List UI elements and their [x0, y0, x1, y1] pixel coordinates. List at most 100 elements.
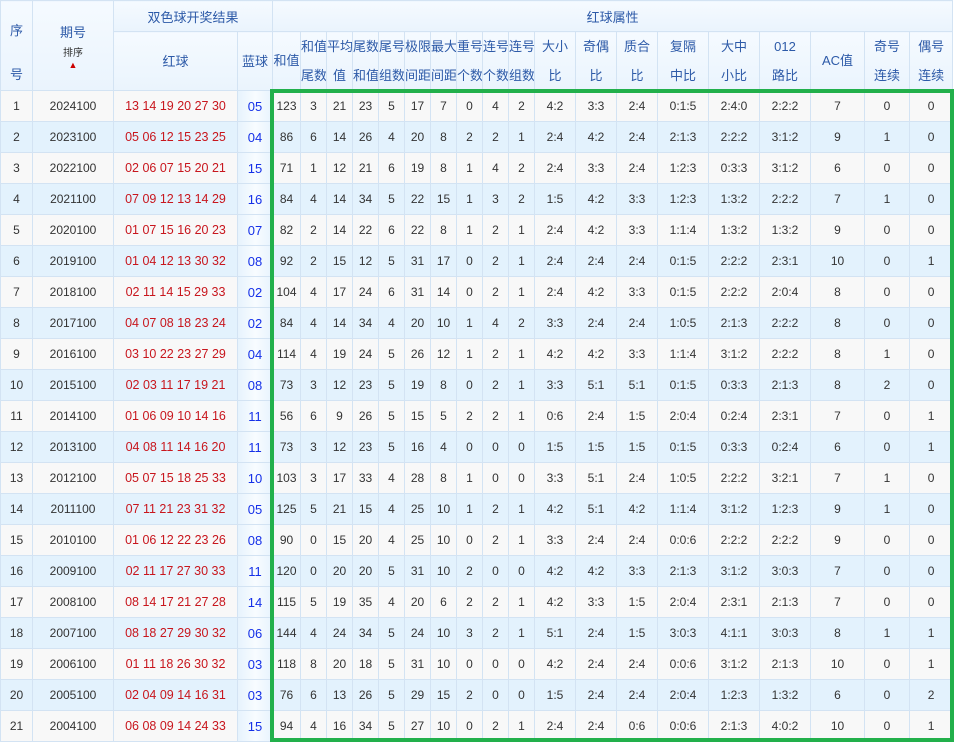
attr-cell: 0 — [300, 524, 328, 556]
attr-cell: 0:0:6 — [657, 524, 710, 556]
header-seq: 序 号 — [0, 0, 33, 91]
attr-cell: 1:2:3 — [657, 183, 710, 215]
attr-cell: 0 — [864, 307, 911, 339]
attr-cell: 125 — [272, 493, 302, 525]
attr-cell: 1 — [456, 183, 484, 215]
attr-cell: 12 — [326, 152, 354, 184]
attr-cell: 24 — [352, 276, 380, 308]
seq-cell: 6 — [0, 245, 33, 277]
header-attr-label: 中比 — [670, 68, 697, 83]
lottery-history-table: 序 号 期号 排序 ▲ 双色球开奖结果 红球属性 红球 蓝球 和值 和值 尾数 平均值… — [0, 0, 954, 742]
table-row: 17 2008100 08 14 17 21 27 28 14 115 5 19 35 4 20 6… — [0, 586, 954, 618]
attr-cell: 2:4 — [616, 152, 659, 184]
attr-cell: 0 — [864, 679, 911, 711]
header-attr-col: 平均值 — [326, 31, 354, 91]
attr-cell: 13 — [326, 679, 354, 711]
attr-cell: 2 — [300, 214, 328, 246]
table-row: 13 2012100 05 07 15 18 25 33 10 103 3 17 33 4 28 8… — [0, 462, 954, 494]
table-row: 1 2024100 13 14 19 20 27 30 05 123 3 21 23 5 17 7 0… — [0, 90, 954, 122]
header-attr-label: 质合 — [624, 39, 651, 54]
attr-cell: 6 — [810, 679, 866, 711]
attr-cell: 2:1:3 — [657, 555, 710, 587]
attr-cell: 0:0:6 — [657, 648, 710, 680]
attr-cell: 15 — [326, 245, 354, 277]
header-attr-label: 组数 — [509, 68, 535, 83]
attr-cell: 8 — [810, 338, 866, 370]
attr-cell: 8 — [810, 307, 866, 339]
blue-ball-cell: 16 — [236, 183, 274, 215]
attr-cell: 0 — [909, 276, 954, 308]
attr-cell: 6 — [378, 214, 406, 246]
table-row: 6 2019100 01 04 12 13 30 32 08 92 2 15 12 5 31 17 0… — [0, 245, 954, 277]
attr-cell: 0 — [456, 710, 484, 742]
attr-cell: 120 — [272, 555, 302, 587]
attr-cell: 5:1 — [534, 617, 577, 649]
attr-cell: 2:4 — [616, 307, 659, 339]
seq-cell: 7 — [0, 276, 33, 308]
attr-cell: 4:2 — [534, 555, 577, 587]
attr-cell: 3:3 — [534, 307, 577, 339]
attr-cell: 0 — [909, 555, 954, 587]
attr-cell: 1:5 — [616, 617, 659, 649]
attr-cell: 20 — [404, 586, 432, 618]
attr-cell: 2:1:3 — [657, 121, 710, 153]
header-attr-label: 尾数 — [301, 68, 327, 83]
table-row: 18 2007100 08 18 27 29 30 32 06 144 4 24 34 5 24 1… — [0, 617, 954, 649]
attr-cell: 4 — [482, 90, 510, 122]
attr-cell: 2 — [482, 214, 510, 246]
attr-cell: 5 — [378, 338, 406, 370]
attr-cell: 26 — [352, 400, 380, 432]
attr-cell: 0 — [864, 152, 911, 184]
attr-cell: 1 — [864, 617, 911, 649]
issue-cell: 2012100 — [32, 462, 114, 494]
header-attr-label: 偶号 — [918, 39, 945, 54]
attr-cell: 0:6 — [534, 400, 577, 432]
red-balls-cell: 01 11 18 26 30 32 — [113, 648, 238, 680]
attr-cell: 0:6 — [616, 710, 659, 742]
seq-cell: 17 — [0, 586, 33, 618]
sort-button[interactable]: 排序 — [34, 47, 113, 61]
attr-cell: 4:2 — [534, 338, 577, 370]
attr-cell: 1 — [508, 245, 536, 277]
attr-cell: 1 — [508, 710, 536, 742]
attr-cell: 10 — [430, 493, 458, 525]
attr-cell: 3 — [300, 431, 328, 463]
attr-cell: 10 — [430, 617, 458, 649]
attr-cell: 8 — [300, 648, 328, 680]
attr-cell: 0:2:4 — [708, 400, 761, 432]
header-attr-col: 大中 小比 — [708, 31, 761, 91]
attr-cell: 2 — [482, 245, 510, 277]
attr-cell: 0 — [864, 586, 911, 618]
blue-ball-cell: 08 — [236, 369, 274, 401]
attr-cell: 1 — [909, 648, 954, 680]
attr-cell: 1:3:2 — [759, 214, 812, 246]
table-row: 10 2015100 02 03 11 17 19 21 08 73 3 12 23 5 19 8 0… — [0, 369, 954, 401]
red-balls-cell: 08 18 27 29 30 32 — [113, 617, 238, 649]
attr-cell: 5 — [378, 648, 406, 680]
attr-cell: 1 — [909, 245, 954, 277]
attr-cell: 2:4 — [534, 710, 577, 742]
attr-cell: 1 — [864, 183, 911, 215]
attr-cell: 3:0:3 — [759, 617, 812, 649]
attr-cell: 8 — [810, 617, 866, 649]
issue-cell: 2017100 — [32, 307, 114, 339]
up-arrow-icon[interactable]: ▲ — [34, 60, 113, 70]
header-issue[interactable]: 期号 排序 ▲ — [32, 0, 114, 91]
attr-cell: 4:2 — [616, 493, 659, 525]
attr-cell: 2:4 — [616, 679, 659, 711]
header-attr-label: 和值 — [273, 53, 300, 68]
attr-cell: 12 — [352, 245, 380, 277]
blue-ball-cell: 08 — [236, 245, 274, 277]
header-attr-label: 个数 — [457, 68, 483, 83]
attr-cell: 2 — [508, 90, 536, 122]
table-row: 7 2018100 02 11 14 15 29 33 02 104 4 17 24 6 31 14… — [0, 276, 954, 308]
attr-cell: 123 — [272, 90, 302, 122]
attr-cell: 9 — [326, 400, 354, 432]
issue-cell: 2014100 — [32, 400, 114, 432]
attr-cell: 5 — [378, 710, 406, 742]
attr-cell: 0 — [909, 462, 954, 494]
attr-cell: 5:1 — [575, 462, 618, 494]
attr-cell: 9 — [810, 524, 866, 556]
table-body: 1 2024100 13 14 19 20 27 30 05 123 3 21 23 5 17 7 0… — [0, 90, 954, 742]
attr-cell: 1:0:5 — [657, 462, 710, 494]
